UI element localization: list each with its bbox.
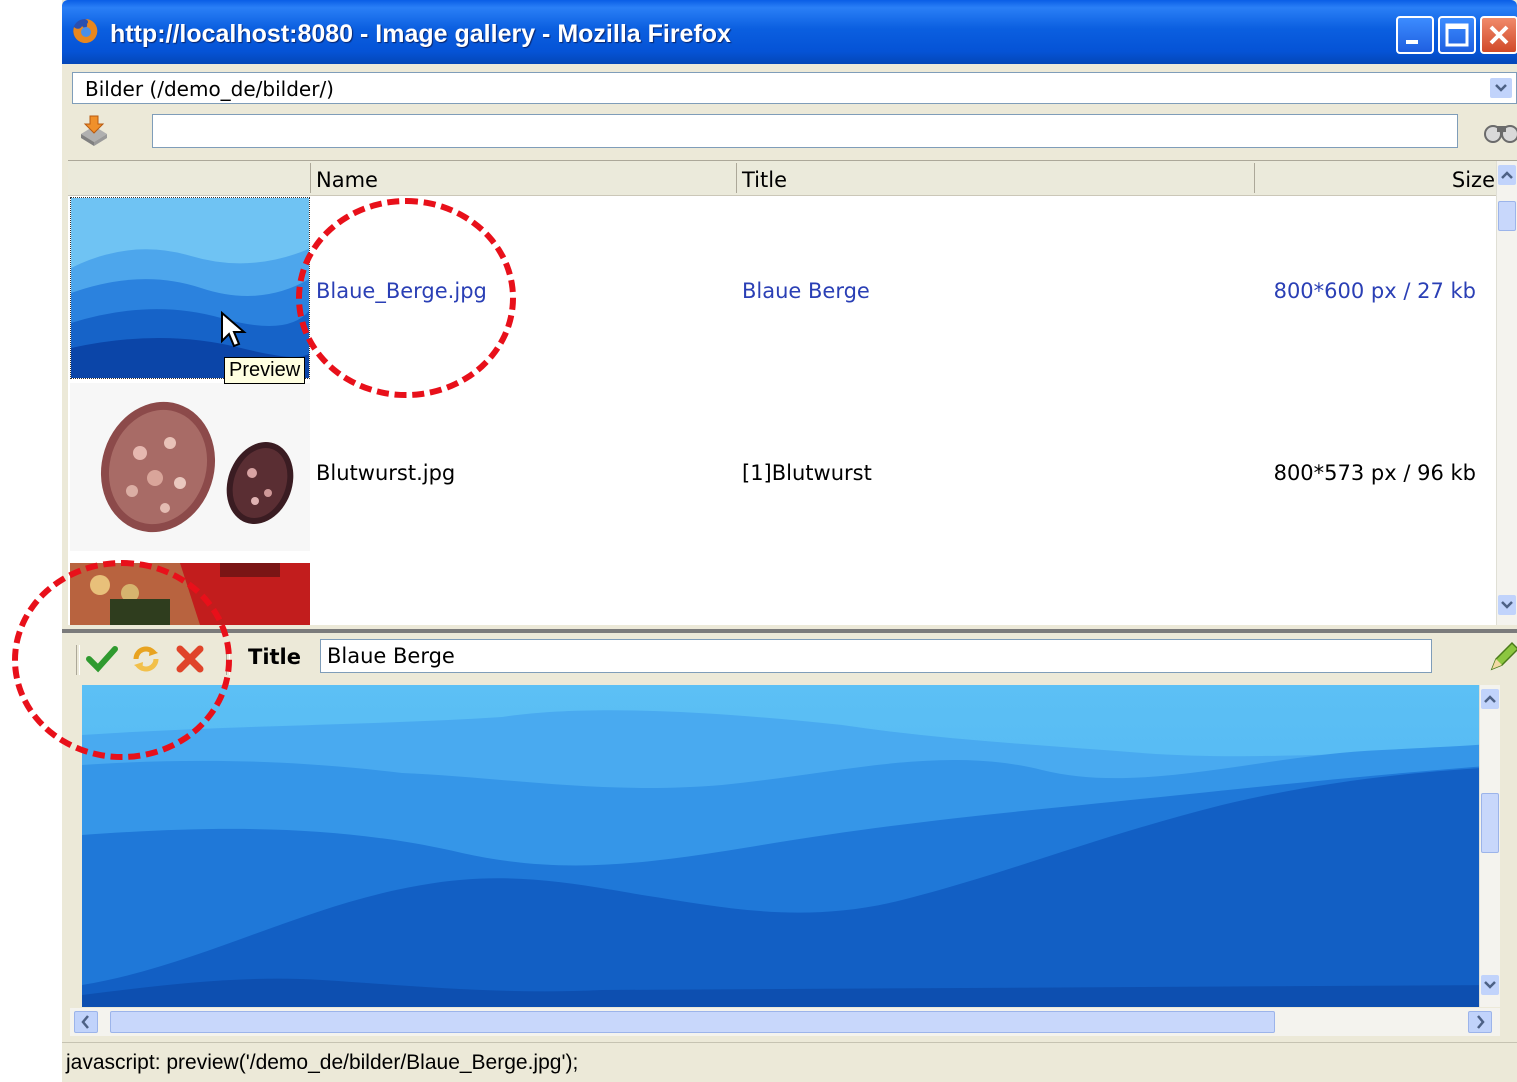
food-thumbnail-image xyxy=(70,563,310,625)
file-title: [1]Blutwurst xyxy=(742,461,872,485)
scroll-up-button[interactable] xyxy=(1481,689,1499,709)
scroll-thumb[interactable] xyxy=(110,1011,1275,1033)
scroll-thumb[interactable] xyxy=(1481,793,1499,853)
close-button[interactable] xyxy=(1480,16,1517,54)
mountain-thumbnail-image xyxy=(71,198,309,378)
column-header-name[interactable]: Name xyxy=(316,161,378,195)
maximize-icon xyxy=(1445,23,1469,47)
sausage-thumbnail-image xyxy=(70,383,310,551)
preview-tooltip: Preview xyxy=(224,357,306,384)
thumbnail-partial[interactable] xyxy=(70,563,310,625)
chevron-down-icon xyxy=(1484,981,1496,989)
status-text: javascript: preview('/demo_de/bilder/Bla… xyxy=(66,1051,579,1074)
file-size: 800*573 px / 96 kb xyxy=(1273,461,1476,485)
column-separator[interactable] xyxy=(310,163,311,193)
title-bar[interactable]: http://localhost:8080 - Image gallery - … xyxy=(62,0,1517,64)
minimize-button[interactable] xyxy=(1396,16,1434,54)
firefox-icon xyxy=(73,18,98,43)
upload-icon[interactable] xyxy=(76,112,112,148)
browser-window: http://localhost:8080 - Image gallery - … xyxy=(62,0,1517,1082)
thumbnail-blaue-berge[interactable] xyxy=(70,197,310,379)
scroll-down-button[interactable] xyxy=(1481,975,1499,995)
minimize-icon xyxy=(1406,40,1418,44)
scroll-down-button[interactable] xyxy=(1498,595,1516,615)
checkmark-icon[interactable] xyxy=(86,643,118,675)
column-separator[interactable] xyxy=(1254,163,1255,193)
table-header: Name Title Size xyxy=(68,161,1517,196)
chevron-down-icon[interactable] xyxy=(1490,78,1512,98)
column-header-title[interactable]: Title xyxy=(742,161,787,195)
column-header-size[interactable]: Size xyxy=(1452,161,1495,195)
chevron-up-icon xyxy=(1484,695,1496,703)
thumbnail-blutwurst[interactable] xyxy=(70,383,310,551)
file-table: Name Title Size Blaue_Berge.jpg Blaue Be… xyxy=(68,160,1517,625)
maximize-button[interactable] xyxy=(1438,16,1476,54)
preview-horizontal-scrollbar[interactable] xyxy=(70,1008,1500,1036)
pencil-icon[interactable] xyxy=(1486,641,1517,675)
mountain-preview-image xyxy=(82,685,1500,1007)
folder-select[interactable]: Bilder (/demo_de/bilder/) xyxy=(72,72,1517,104)
scroll-thumb[interactable] xyxy=(1498,201,1516,231)
table-scrollbar[interactable] xyxy=(1496,161,1517,625)
chevron-up-icon xyxy=(1501,171,1513,179)
preview-scrollbar[interactable] xyxy=(1479,685,1500,1007)
table-row[interactable]: Blutwurst.jpg [1]Blutwurst 800*573 px / … xyxy=(68,383,1498,553)
scroll-right-button[interactable] xyxy=(1468,1011,1492,1033)
chevron-right-icon xyxy=(1477,1015,1485,1029)
scroll-up-button[interactable] xyxy=(1498,165,1516,185)
file-name[interactable]: Blaue_Berge.jpg xyxy=(316,279,487,303)
file-name[interactable]: Blutwurst.jpg xyxy=(316,461,455,485)
chevron-down-icon xyxy=(1501,601,1513,609)
edit-toolbar: Title xyxy=(62,633,1517,683)
toolbar-separator xyxy=(226,645,230,675)
search-input[interactable] xyxy=(152,114,1458,148)
window-title: http://localhost:8080 - Image gallery - … xyxy=(110,20,731,48)
table-row[interactable] xyxy=(68,557,1498,625)
scroll-left-button[interactable] xyxy=(74,1011,98,1033)
file-title: Blaue Berge xyxy=(742,279,870,303)
file-size: 800*600 px / 27 kb xyxy=(1273,279,1476,303)
delete-x-icon[interactable] xyxy=(174,643,206,675)
table-row[interactable]: Blaue_Berge.jpg Blaue Berge 800*600 px /… xyxy=(68,197,1498,379)
chevron-left-icon xyxy=(81,1015,89,1029)
mouse-cursor-icon xyxy=(221,311,247,348)
toolbar-separator xyxy=(76,645,80,675)
refresh-icon[interactable] xyxy=(130,643,162,675)
close-icon xyxy=(1489,25,1509,45)
column-separator[interactable] xyxy=(736,163,737,193)
binoculars-icon[interactable] xyxy=(1482,116,1517,146)
title-input[interactable] xyxy=(320,639,1432,673)
folder-select-value: Bilder (/demo_de/bilder/) xyxy=(85,77,334,101)
status-bar: javascript: preview('/demo_de/bilder/Bla… xyxy=(62,1042,1517,1082)
image-preview xyxy=(82,685,1500,1007)
title-label: Title xyxy=(248,645,302,669)
